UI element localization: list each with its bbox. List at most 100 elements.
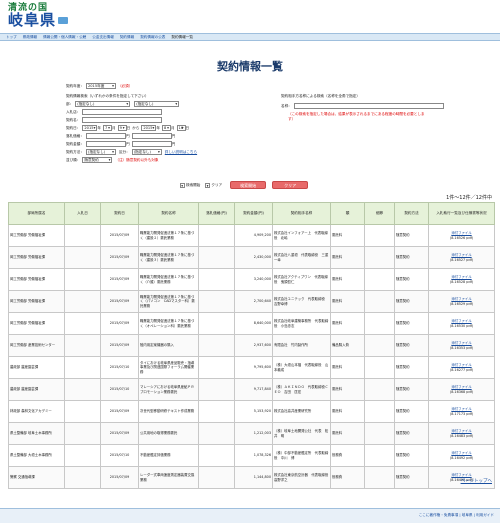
- date-to-year[interactable]: 2015: [141, 125, 157, 131]
- cell-dept: 林政部 森林文化アカデミー: [8, 400, 65, 423]
- cell-dept: 岡工労働部 労働福祉課: [8, 268, 65, 291]
- cell-sub: [364, 312, 395, 335]
- cell-date: 2015/07/09: [100, 246, 139, 269]
- contract-name-input[interactable]: [82, 117, 163, 123]
- cell-attachment: 添付ファイル (8.16353 pdf): [428, 334, 495, 357]
- date-from-year[interactable]: 2015: [82, 125, 98, 131]
- breadcrumb-item[interactable]: 県政情報: [23, 35, 37, 40]
- column-header: 契約日: [100, 202, 139, 225]
- section-select[interactable]: (指定なし): [134, 101, 180, 107]
- clear-button[interactable]: クリア: [272, 181, 309, 189]
- cell-method: 随意契約: [394, 268, 429, 291]
- cell-sub: [364, 422, 395, 445]
- cell-attachment: 添付ファイル (8.17173 pdf): [428, 400, 495, 423]
- date-to-day[interactable]: 16: [176, 125, 186, 131]
- cell-partner: 株式会社高井産業研究所: [272, 400, 331, 423]
- date-from-day[interactable]: 9: [117, 125, 127, 131]
- date-from-month[interactable]: 7: [102, 125, 112, 131]
- category-select[interactable]: (指定なし): [131, 149, 162, 155]
- cell-cat: 委託料: [330, 224, 365, 247]
- price-to-input[interactable]: [131, 133, 172, 139]
- clear-check-label: クリア: [211, 182, 223, 187]
- price-from-input[interactable]: [85, 133, 126, 139]
- site-logo[interactable]: 清流の国 岐阜県: [8, 3, 68, 28]
- clear-checkbox[interactable]: [205, 182, 211, 188]
- cell-bid: [64, 224, 101, 247]
- search-button[interactable]: 検索開始: [230, 181, 267, 189]
- amount-from-input[interactable]: [85, 141, 126, 147]
- yen-unit: 円: [125, 133, 130, 138]
- cell-cat: 委託料: [330, 312, 365, 335]
- breadcrumb-item[interactable]: 契約情報: [120, 35, 134, 40]
- table-header-row: 部局所属名 入札日 契約日 契約名称 落札価格(円) 契約金額(円) 契約相手名称類細節 契約…: [8, 202, 495, 225]
- cell-amount: 2,700,640: [234, 290, 273, 313]
- cell-dept: 警察 交通指導課: [8, 466, 65, 489]
- cell-sub: [364, 444, 395, 467]
- search-checkbox[interactable]: [180, 182, 185, 188]
- bureau-input[interactable]: [82, 109, 163, 115]
- detail-link[interactable]: 詳しい説明はこちら: [165, 150, 197, 155]
- cell-bid: [64, 290, 101, 313]
- dept-select[interactable]: (指定なし): [75, 101, 131, 107]
- cell-amount: 1,212,003: [234, 422, 273, 445]
- yen-unit: 円: [171, 133, 176, 138]
- table-row: 岡工労働部 労働福祉課 2015/07/09 職業能力開発促進法第１７条に基づく（パ…: [8, 290, 495, 313]
- page-top-link[interactable]: ページトップへ: [461, 478, 492, 484]
- cell-attachment: 添付ファイル (8.16528 pdf): [428, 268, 495, 291]
- breadcrumb-current: 契約情報一覧: [171, 34, 193, 39]
- breadcrumb-item[interactable]: 公金支出情報: [92, 35, 114, 40]
- cell-sub: [364, 334, 395, 357]
- cell-bid: [64, 246, 101, 269]
- partner-search-title: 契約相手方名称による検索（名称を全角で指定）: [281, 94, 360, 98]
- yen-unit: 円: [125, 141, 130, 146]
- cell-method: 随意契約: [394, 290, 429, 313]
- table-row: 県土整備部 岐阜土木事務所 2015/07/09 公共用地の取得業務委託 1,212,…: [8, 422, 495, 445]
- cell-name: 職業能力開発促進法第１７条に基づく（建設２）委託業務: [138, 224, 199, 247]
- day-unit: 日: [126, 125, 131, 130]
- page-title: 契約情報一覧: [217, 60, 283, 73]
- cell-attachment: 添付ファイル (8.16530 pdf): [428, 312, 495, 335]
- cell-cat: 備品購入費: [330, 334, 365, 357]
- partner-name-input[interactable]: [293, 103, 444, 109]
- cell-sub: [364, 466, 395, 489]
- table-row: 農政部 農産園芸課 2015/07/10 タイにおける岐阜県産品販売・指導事業及び関…: [8, 356, 495, 379]
- cell-dept: 岡工労働部 労働福祉課: [8, 246, 65, 269]
- cell-sub: [364, 400, 395, 423]
- cell-method: 随意契約: [394, 224, 429, 247]
- attachment-size: (8.16368 pdf): [449, 389, 474, 394]
- breadcrumb-item[interactable]: トップ: [6, 35, 17, 40]
- cell-amount: 5,153,920: [234, 400, 273, 423]
- cell-cat: 委託料: [330, 378, 365, 401]
- cell-method: 随意契約: [394, 400, 429, 423]
- cell-name: マレーシアにおける岐阜県産鮎ＰＲプロモーション業務委託: [138, 378, 199, 401]
- required-note: （必須）: [117, 83, 133, 88]
- cell-sub: [364, 268, 395, 291]
- search-type-label: 契約情報検索（いずれかの条件を指定して下さい）: [66, 94, 149, 98]
- cell-method: 随意契約: [394, 312, 429, 335]
- column-header: 細節: [364, 202, 395, 225]
- cell-price: [198, 356, 235, 379]
- cell-amount: 9,795,600: [234, 356, 273, 379]
- cell-partner: （株）大垣山本福 代表取締役 山本義成: [272, 356, 331, 379]
- dept-label: 部：: [66, 101, 74, 106]
- cell-cat: 委託料: [330, 422, 365, 445]
- sort-select[interactable]: 随意契約: [82, 157, 113, 163]
- date-to-month[interactable]: 8: [161, 125, 171, 131]
- column-header: 入札執行一覧及び仕様書等状況: [428, 202, 495, 225]
- method-select[interactable]: (指定なし): [85, 149, 116, 155]
- cell-partner: （株）岐阜土地開発公社 代表 松井 明: [272, 422, 331, 445]
- cell-dept: 岡工労働部 労働福祉課: [8, 312, 65, 335]
- column-header: 契約金額(円): [234, 202, 273, 225]
- year-unit: 年: [97, 125, 101, 130]
- fiscal-year-select[interactable]: 2015年度: [85, 83, 116, 89]
- breadcrumb-item[interactable]: 情報公開・個人情報・公聴: [43, 35, 86, 40]
- cell-sub: [364, 378, 395, 401]
- footer-links[interactable]: ここに著作権・免責事項 | 岐阜県 | 利用ガイド: [419, 513, 494, 518]
- cell-price: [198, 290, 235, 313]
- breadcrumb-item[interactable]: 契約情報の公表: [140, 35, 165, 40]
- amount-label: 契約金額：: [66, 141, 84, 146]
- cell-cat: 委託料: [330, 356, 365, 379]
- amount-to-input[interactable]: [131, 141, 172, 147]
- cell-attachment: 添付ファイル (8.16483 pdf): [428, 422, 495, 445]
- fiscal-year-label: 契約年度：: [66, 83, 84, 88]
